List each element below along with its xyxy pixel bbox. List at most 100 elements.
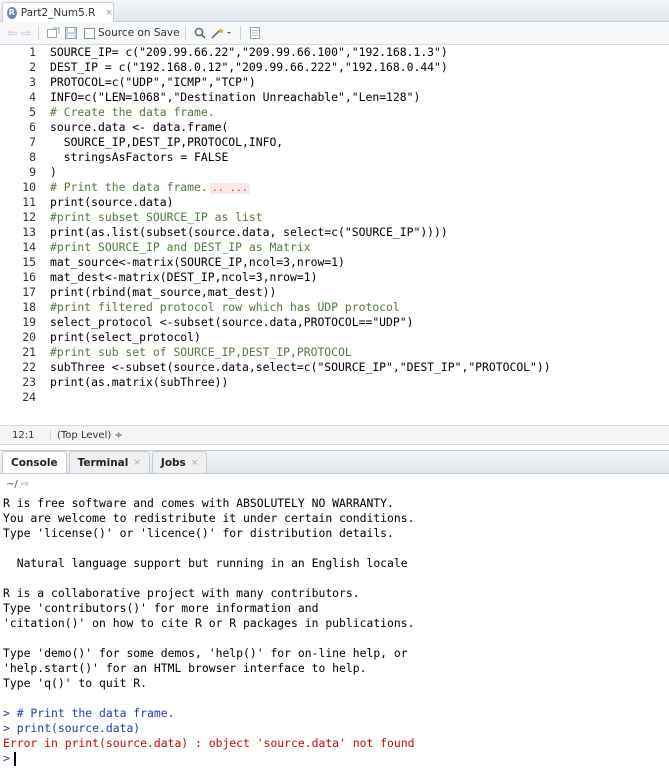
code-line-text: PROTOCOL=c("UDP","ICMP","TCP") — [50, 75, 256, 89]
code-line: mat_dest<-matrix(DEST_IP,ncol=3,nrow=1) — [50, 270, 317, 284]
line-number: 7 — [29, 135, 36, 149]
back-arrow-icon[interactable]: ⇦ — [5, 26, 19, 40]
line-number: 22 — [22, 360, 36, 374]
code-line-text: SOURCE_IP= c("209.99.66.22","209.99.66.1… — [50, 45, 448, 59]
code-line: ) — [50, 165, 57, 179]
tab-console[interactable]: Console — [2, 451, 67, 473]
code-line-text: # Create the data frame. — [50, 105, 215, 119]
code-line-text: print(select_protocol) — [50, 330, 201, 344]
line-number: 24 — [22, 390, 36, 404]
close-tab-icon[interactable]: × — [105, 8, 113, 18]
code-line-text: # Print the data frame. — [50, 180, 208, 194]
go-to-directory-icon[interactable]: ⇨ — [21, 479, 29, 490]
console-output-line: R is free software and comes with ABSOLU… — [3, 496, 394, 510]
line-number: 17 — [22, 285, 36, 299]
editor-tab-bar: R Part2_Num5.R × — [0, 0, 669, 22]
code-line: source.data <- data.frame( — [50, 120, 228, 134]
save-icon[interactable] — [62, 24, 80, 42]
code-line-text: #print sub set of SOURCE_IP,DEST_IP,PROT… — [50, 345, 352, 359]
console-working-directory: ~/ ⇨ — [0, 474, 669, 494]
code-line-text: print(source.data) — [50, 195, 174, 209]
code-line-text: print(as.matrix(subThree)) — [50, 375, 229, 389]
code-line: #print filtered protocol row which has U… — [50, 300, 400, 314]
code-editor[interactable]: 1 SOURCE_IP= c("209.99.66.22","209.99.66.… — [0, 45, 669, 425]
code-line: DEST_IP = c("192.168.0.12","209.99.66.22… — [50, 60, 448, 74]
console-output-line: Type 'q()' to quit R. — [3, 676, 148, 690]
console-prompt[interactable]: > — [3, 751, 16, 766]
tab-label: Console — [11, 456, 58, 469]
forward-arrow-icon[interactable]: ⇨ — [19, 26, 33, 40]
line-number: 18 — [22, 300, 36, 314]
code-line: print(as.list(subset(source.data, select… — [50, 225, 448, 239]
show-in-window-icon[interactable] — [44, 24, 62, 42]
code-line: PROTOCOL=c("UDP","ICMP","TCP") — [50, 75, 256, 89]
console-output-line: Type 'demo()' for some demos, 'help()' f… — [3, 646, 408, 660]
console-output[interactable]: R is free software and comes with ABSOLU… — [0, 494, 669, 776]
code-line-text: #print SOURCE_IP and DEST_IP as Matrix — [50, 240, 311, 254]
code-line: SOURCE_IP,DEST_IP,PROTOCOL,INFO, — [50, 135, 283, 149]
code-line-text: stringsAsFactors = FALSE — [50, 150, 229, 164]
code-tools-wand-icon[interactable] — [209, 24, 235, 42]
code-line-text: ) — [50, 165, 57, 179]
line-number: 13 — [22, 225, 36, 239]
console-error-line: Error in print(source.data) : object 'so… — [3, 736, 415, 750]
line-number: 8 — [29, 150, 36, 164]
line-number: 1 — [29, 45, 36, 59]
line-number: 19 — [22, 315, 36, 329]
console-output-line: Type 'license()' or 'licence()' for dist… — [3, 526, 394, 540]
line-number: 14 — [22, 240, 36, 254]
code-line: print(as.matrix(subThree)) — [50, 375, 228, 389]
code-line-text: mat_dest<-matrix(DEST_IP,ncol=3,nrow=1) — [50, 270, 318, 284]
close-tab-icon[interactable]: × — [191, 458, 199, 468]
console-output-line: Natural language support but running in … — [3, 556, 408, 570]
console-output-line: R is a collaborative project with many c… — [3, 586, 360, 600]
code-line: #print SOURCE_IP and DEST_IP as Matrix — [50, 240, 311, 254]
code-line-text: #print subset SOURCE_IP as list — [50, 210, 263, 224]
code-line: mat_source<-matrix(SOURCE_IP,ncol=3,nrow… — [50, 255, 345, 269]
line-number: 15 — [22, 255, 36, 269]
toolbar-divider — [184, 26, 186, 40]
line-number: 6 — [29, 120, 36, 134]
code-line-text: #print filtered protocol row which has U… — [50, 300, 400, 314]
line-number: 4 — [29, 90, 36, 104]
editor-tab-part2-num5[interactable]: R Part2_Num5.R × — [2, 2, 114, 22]
text-cursor — [13, 751, 16, 766]
folded-section-marker[interactable]: .. ... — [209, 183, 250, 194]
line-number: 5 — [29, 105, 36, 119]
compile-report-icon[interactable] — [246, 24, 264, 42]
scope-selector[interactable]: (Top Level) ÷ — [50, 429, 123, 441]
close-tab-icon[interactable]: × — [133, 458, 141, 468]
console-command-line: > print(source.data) — [3, 721, 141, 735]
console-command-line: > # Print the data frame. — [3, 706, 175, 720]
console-output-line: You are welcome to redistribute it under… — [3, 511, 415, 525]
code-line-text: source.data <- data.frame( — [50, 120, 229, 134]
line-number: 3 — [29, 75, 36, 89]
editor-status-bar: 12:1 (Top Level) ÷ — [0, 425, 669, 445]
search-icon[interactable] — [191, 24, 209, 42]
code-line-text: mat_source<-matrix(SOURCE_IP,ncol=3,nrow… — [50, 255, 345, 269]
line-number: 10 — [22, 180, 36, 194]
cursor-position: 12:1 — [12, 429, 35, 441]
code-line: print(select_protocol) — [50, 330, 201, 344]
source-on-save-label: Source on Save — [98, 27, 180, 39]
code-line-text: SOURCE_IP,DEST_IP,PROTOCOL,INFO, — [50, 135, 284, 149]
tab-jobs[interactable]: Jobs × — [151, 451, 208, 473]
code-line: INFO=c("LEN=1068","Destination Unreachab… — [50, 90, 420, 104]
source-on-save-checkbox[interactable] — [84, 27, 95, 39]
code-line-text: subThree <-subset(source.data,select=c("… — [50, 360, 551, 374]
tab-terminal[interactable]: Terminal × — [68, 451, 150, 473]
tab-label: Jobs — [160, 456, 186, 469]
code-line: select_protocol <-subset(source.data,PRO… — [50, 315, 413, 329]
code-line: #print sub set of SOURCE_IP,DEST_IP,PROT… — [50, 345, 352, 359]
code-line: # Print the data frame... ... — [50, 180, 250, 194]
line-number: 12 — [22, 210, 36, 224]
code-line-text: print(as.list(subset(source.data, select… — [50, 225, 448, 239]
code-line: print(rbind(mat_source,mat_dest)) — [50, 285, 276, 299]
working-directory-path: ~/ — [6, 478, 18, 490]
toolbar-divider — [38, 26, 39, 40]
line-number: 2 — [29, 60, 36, 74]
line-number: 9 — [29, 165, 36, 179]
console-tab-bar: Console Terminal × Jobs × — [0, 450, 669, 474]
line-number: 16 — [22, 270, 36, 284]
tab-label: Terminal — [77, 456, 129, 469]
